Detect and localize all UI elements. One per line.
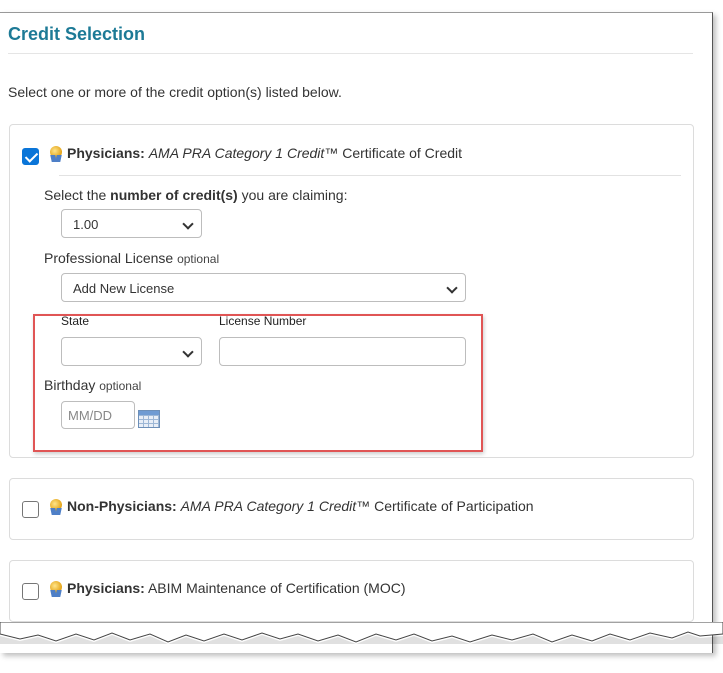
option-heading: Physicians: ABIM Maintenance of Certific… <box>67 580 405 596</box>
credit-option-panel-physicians-moc: Physicians: ABIM Maintenance of Certific… <box>9 560 694 622</box>
intro-text: Select one or more of the credit option(… <box>8 84 342 100</box>
credits-select[interactable]: 1.00 <box>61 209 202 238</box>
checkbox-physicians-moc[interactable] <box>22 583 39 600</box>
chevron-down-icon <box>182 218 194 230</box>
credit-option-panel-non-physicians: Non-Physicians: AMA PRA Category 1 Credi… <box>9 478 694 540</box>
page-title: Credit Selection <box>8 24 146 44</box>
option-heading-rest: Certificate of Credit <box>342 145 463 161</box>
option-heading-bold: Non-Physicians: <box>67 498 177 514</box>
option-heading: Physicians: AMA PRA Category 1 Credit™ C… <box>67 145 462 161</box>
license-select-value: Add New License <box>73 281 175 296</box>
panel-divider <box>59 175 681 176</box>
award-ribbon-icon <box>49 499 63 515</box>
checkbox-physicians-ama[interactable] <box>22 148 39 165</box>
license-optional-tag: optional <box>177 252 220 266</box>
option-heading-bold: Physicians: <box>67 580 145 596</box>
option-heading-italic: AMA PRA Category 1 Credit™ <box>180 498 371 514</box>
credits-label-bold: number of credit(s) <box>110 187 238 203</box>
highlight-box <box>33 314 483 452</box>
credits-label-pre: Select the <box>44 187 107 203</box>
credits-label-post: you are claiming: <box>241 187 348 203</box>
award-ribbon-icon <box>49 581 63 597</box>
checkbox-non-physicians[interactable] <box>22 501 39 518</box>
option-heading-bold: Physicians: <box>67 145 145 161</box>
license-label: Professional License optional <box>44 250 219 266</box>
title-divider <box>8 53 693 54</box>
option-heading-rest: Certificate of Participation <box>374 498 534 514</box>
award-ribbon-icon <box>49 146 63 162</box>
option-heading-italic: AMA PRA Category 1 Credit™ <box>148 145 339 161</box>
chevron-down-icon <box>446 282 458 294</box>
professional-license-select[interactable]: Add New License <box>61 273 466 302</box>
credits-select-value: 1.00 <box>73 217 99 232</box>
option-heading: Non-Physicians: AMA PRA Category 1 Credi… <box>67 498 534 514</box>
credits-label: Select the number of credit(s) you are c… <box>44 187 347 203</box>
option-heading-rest: ABIM Maintenance of Certification (MOC) <box>147 580 406 596</box>
license-label-text: Professional License <box>44 250 174 266</box>
credit-selection-page: Credit Selection Select one or more of t… <box>0 12 713 653</box>
torn-edge <box>0 622 723 644</box>
